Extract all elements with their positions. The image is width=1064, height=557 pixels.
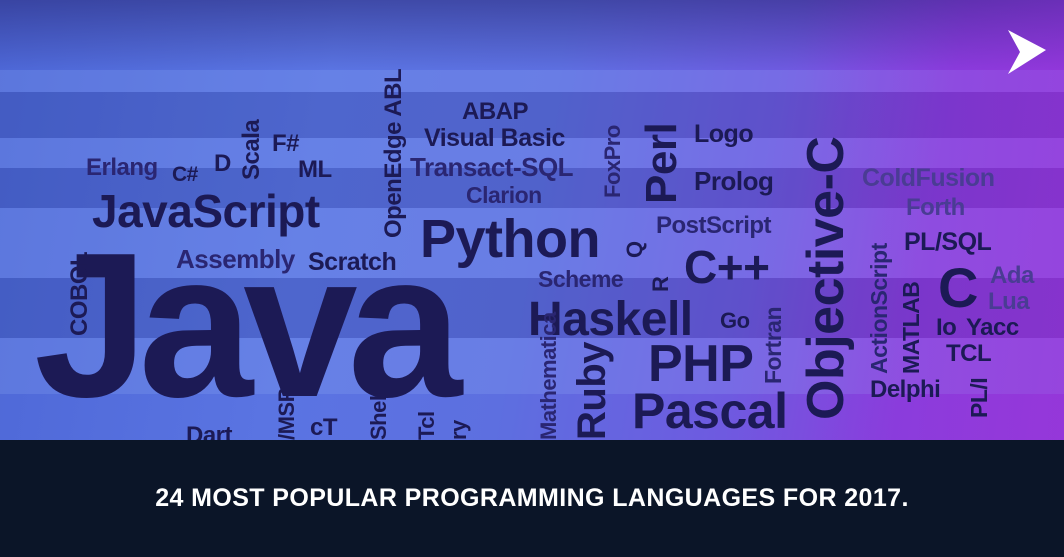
word-openedge: OpenEdge ABL bbox=[380, 68, 407, 238]
word-cobol: COBOL bbox=[66, 251, 93, 336]
word-dart: Dart bbox=[186, 422, 233, 441]
word-erlang: Erlang bbox=[86, 154, 158, 181]
word-foxpro: FoxPro bbox=[600, 125, 625, 198]
word-assembly: Assembly bbox=[176, 244, 295, 274]
word-csharp: C# bbox=[172, 163, 198, 186]
word-prolog: Prolog bbox=[694, 166, 774, 196]
stripe-band bbox=[0, 70, 1064, 92]
word-ry: ry bbox=[446, 420, 471, 440]
word-objective-c: Objective-C bbox=[797, 136, 855, 420]
top-vignette bbox=[0, 0, 1064, 70]
word-transact-sql: Transact-SQL bbox=[410, 152, 574, 182]
word-scala: Scala bbox=[238, 119, 265, 180]
word-d: D bbox=[214, 150, 231, 177]
word-coldfusion: ColdFusion bbox=[862, 164, 995, 192]
word-fortran: Fortran bbox=[760, 307, 786, 384]
word-q: Q bbox=[622, 241, 647, 258]
banner-image: Java JavaScript Python Haskell PHP Pasca… bbox=[0, 0, 1064, 557]
word-lua: Lua bbox=[988, 288, 1030, 315]
word-ct: cT bbox=[310, 414, 338, 440]
word-actionscript: ActionScript bbox=[866, 243, 892, 374]
word-logo: Logo bbox=[694, 120, 754, 148]
headline-text: 24 MOST POPULAR PROGRAMMING LANGUAGES FO… bbox=[155, 484, 909, 512]
word-tcl: TCL bbox=[946, 340, 992, 367]
word-visual-basic: Visual Basic bbox=[424, 124, 565, 152]
word-r: R bbox=[648, 276, 673, 292]
word-shell: Shell bbox=[366, 389, 391, 440]
word-cloud: Java JavaScript Python Haskell PHP Pasca… bbox=[0, 0, 1064, 440]
word-javascript: JavaScript bbox=[92, 185, 320, 237]
word-cpp: C++ bbox=[684, 241, 770, 293]
word-pl-i: PL/I bbox=[966, 377, 992, 418]
word-ml: ML bbox=[298, 156, 332, 183]
word-yacc: Yacc bbox=[966, 314, 1019, 341]
word-tcl-small: Tcl bbox=[414, 411, 439, 440]
word-abap: ABAP bbox=[462, 98, 529, 125]
word-scheme: Scheme bbox=[538, 266, 624, 292]
word-fsharp: F# bbox=[272, 130, 300, 157]
word-ruby: Ruby bbox=[570, 342, 614, 440]
word-c: C bbox=[938, 256, 978, 319]
word-msp: /MSP bbox=[274, 388, 299, 440]
word-clarion: Clarion bbox=[466, 182, 542, 208]
word-mathematica: Mathematica bbox=[536, 312, 561, 440]
play-arrow-icon[interactable] bbox=[1002, 28, 1048, 76]
word-forth: Forth bbox=[906, 194, 965, 221]
word-scratch: Scratch bbox=[308, 248, 397, 276]
word-postscript: PostScript bbox=[656, 212, 772, 239]
word-pl-sql: PL/SQL bbox=[904, 228, 992, 256]
word-perl: Perl bbox=[637, 122, 686, 204]
word-go: Go bbox=[720, 308, 750, 333]
word-matlab: MATLAB bbox=[898, 281, 924, 374]
word-delphi: Delphi bbox=[870, 376, 941, 403]
word-io: Io bbox=[936, 314, 957, 341]
word-pascal: Pascal bbox=[632, 383, 788, 439]
word-python: Python bbox=[420, 209, 601, 269]
word-ada: Ada bbox=[990, 262, 1034, 289]
